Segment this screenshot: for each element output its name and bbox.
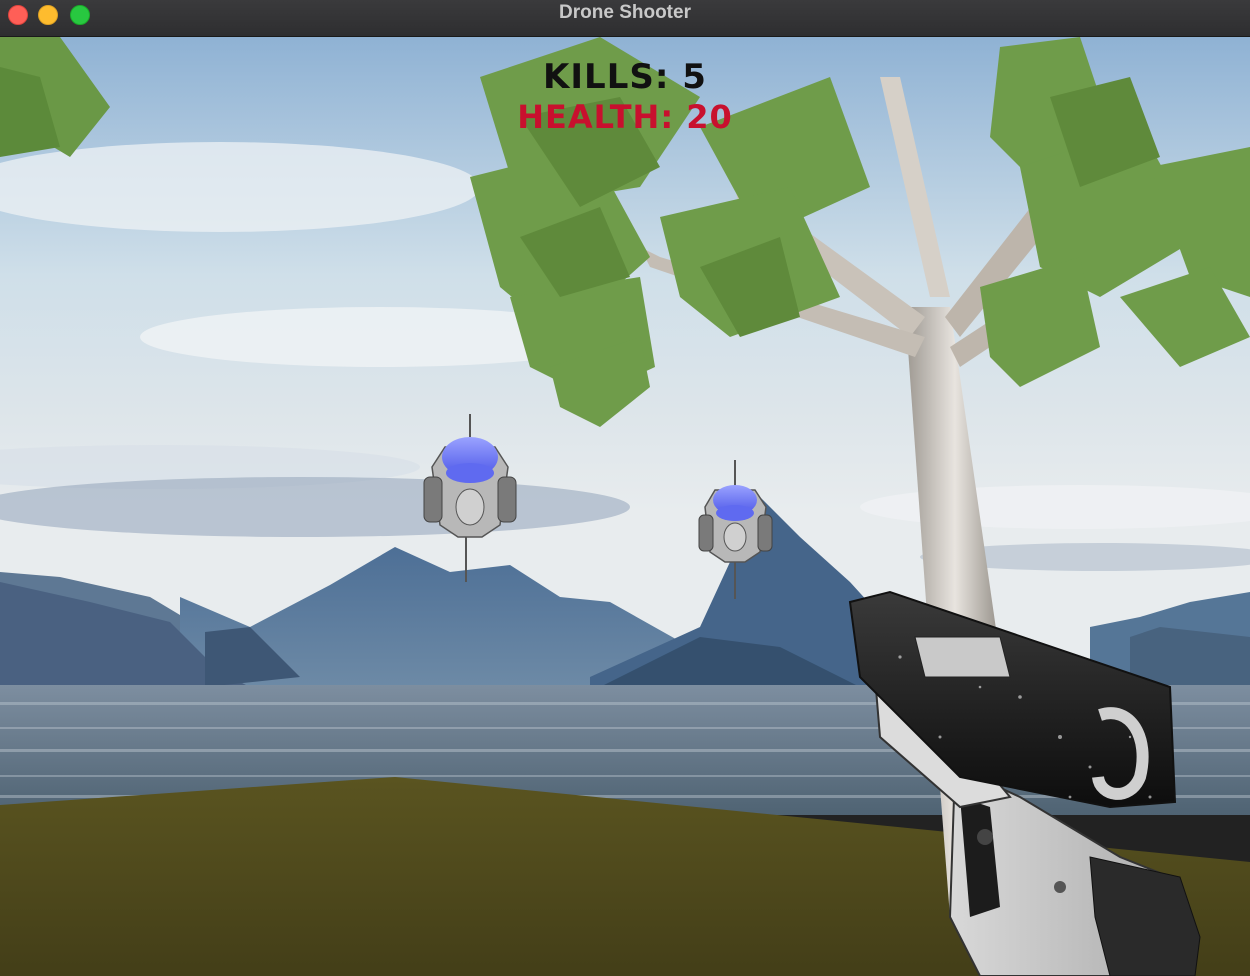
game-scene bbox=[0, 37, 1250, 976]
health-counter: HEALTH: 20 bbox=[517, 98, 733, 136]
kills-counter: KILLS: 5 bbox=[543, 57, 707, 97]
title-bar: Drone Shooter bbox=[0, 0, 1250, 37]
game-window: Drone Shooter KILLS: 5 HEALTH: 20 bbox=[0, 0, 1250, 976]
game-viewport[interactable]: KILLS: 5 HEALTH: 20 bbox=[0, 37, 1250, 976]
window-title: Drone Shooter bbox=[559, 2, 691, 23]
